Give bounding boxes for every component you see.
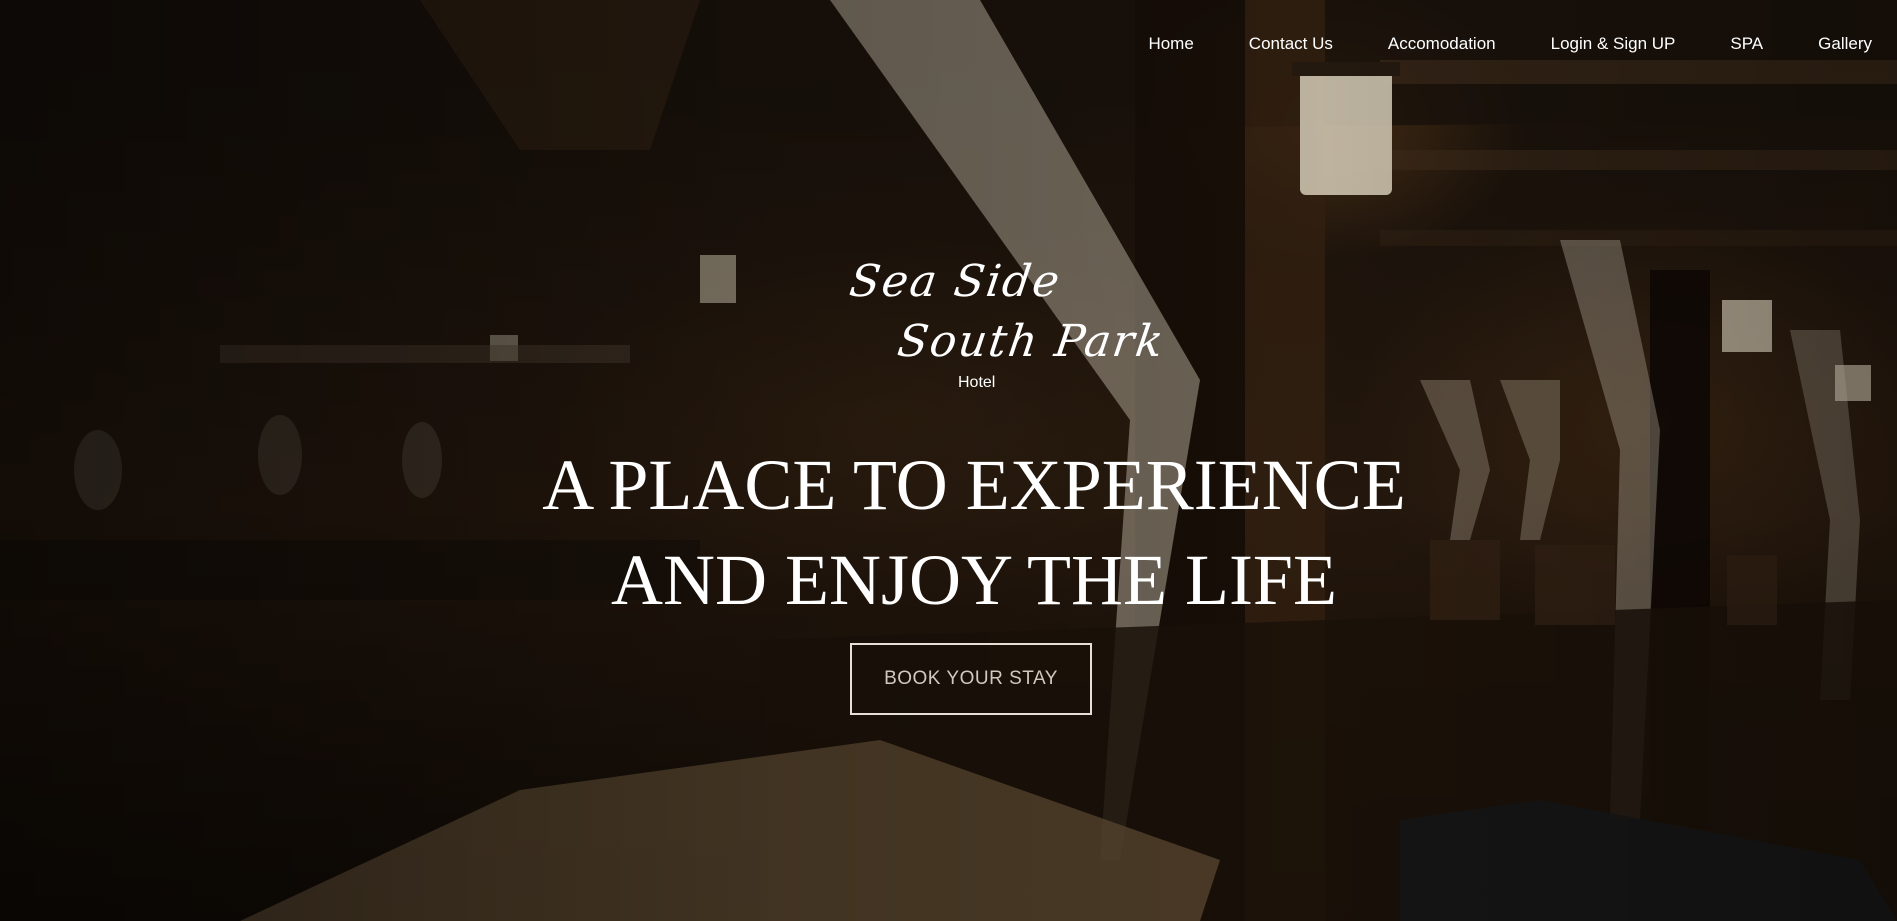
book-your-stay-button[interactable]: BOOK YOUR STAY bbox=[850, 643, 1092, 715]
nav-item-accomodation[interactable]: Accomodation bbox=[1388, 34, 1496, 54]
nav-item-login-signup[interactable]: Login & Sign UP bbox=[1551, 34, 1676, 54]
logo-line-1: Sea Side bbox=[846, 256, 1065, 307]
hero-headline: A PLACE TO EXPERIENCE AND ENJOY THE LIFE bbox=[0, 438, 1897, 628]
hero-section: Home Contact Us Accomodation Login & Sig… bbox=[0, 0, 1897, 921]
nav-item-spa[interactable]: SPA bbox=[1730, 34, 1763, 54]
hotel-logo: Sea Side South Park Hotel bbox=[846, 250, 1168, 400]
nav-item-gallery[interactable]: Gallery bbox=[1818, 34, 1872, 54]
nav-item-contact-us[interactable]: Contact Us bbox=[1249, 34, 1333, 54]
logo-subtitle: Hotel bbox=[958, 374, 996, 391]
hero-headline-line-1: A PLACE TO EXPERIENCE bbox=[542, 445, 1406, 525]
nav-item-home[interactable]: Home bbox=[1148, 34, 1193, 54]
hero-headline-line-2: AND ENJOY THE LIFE bbox=[611, 540, 1337, 620]
logo-line-2: South Park bbox=[894, 316, 1169, 367]
main-nav: Home Contact Us Accomodation Login & Sig… bbox=[1093, 34, 1872, 54]
